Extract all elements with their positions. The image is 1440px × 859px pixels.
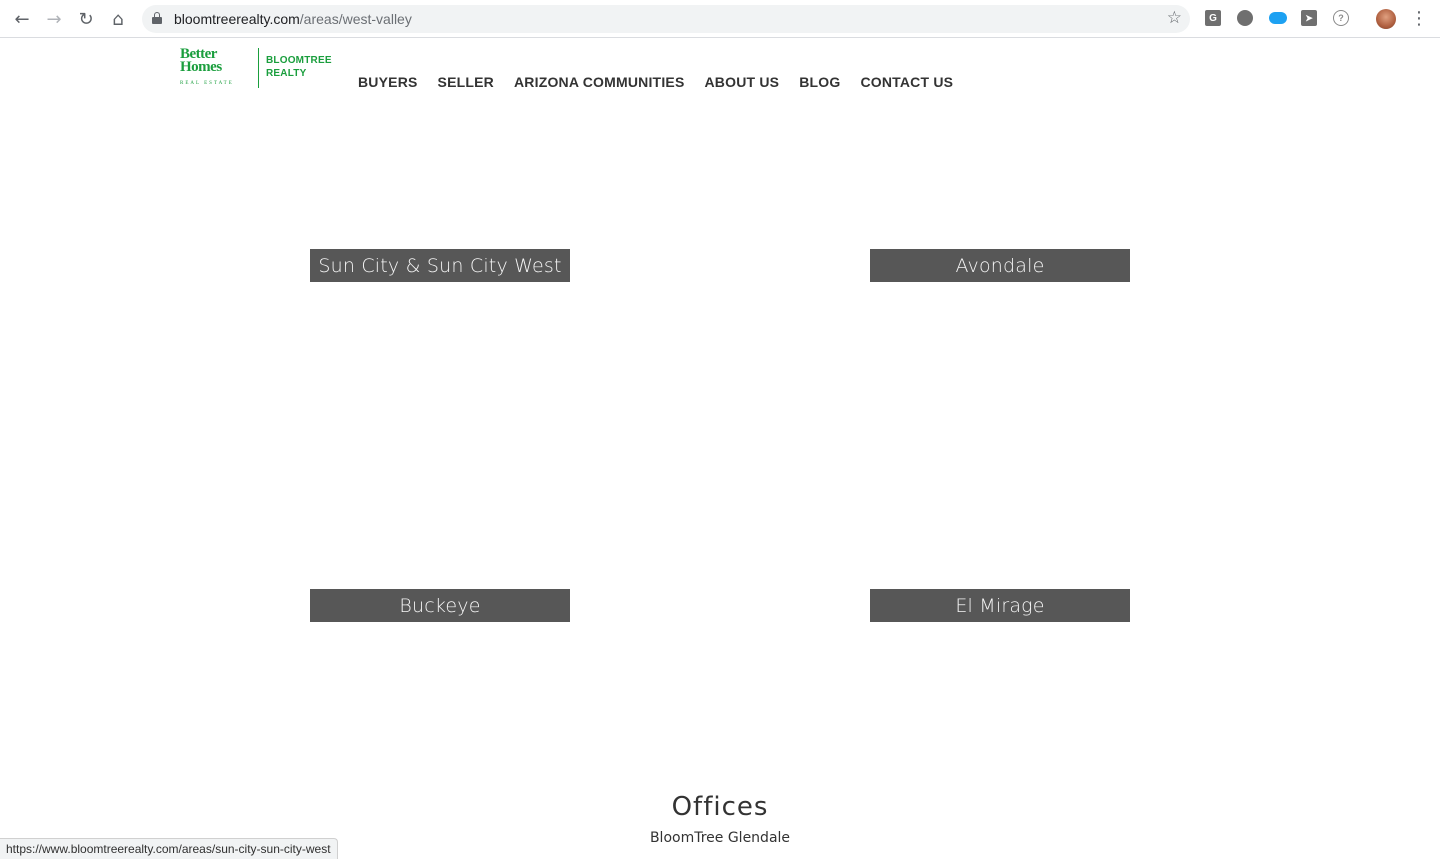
area-button-el-mirage[interactable]: El Mirage bbox=[870, 589, 1130, 622]
browser-menu-icon[interactable]: ⋮ bbox=[1410, 8, 1428, 30]
back-icon[interactable]: ← bbox=[10, 7, 34, 31]
profile-avatar[interactable] bbox=[1376, 9, 1396, 29]
nav-about-us[interactable]: ABOUT US bbox=[704, 74, 779, 90]
help-extension-icon[interactable]: ? bbox=[1333, 10, 1349, 26]
circle-extension-icon[interactable] bbox=[1237, 10, 1253, 26]
link-status-bar: https://www.bloomtreerealty.com/areas/su… bbox=[0, 838, 338, 859]
url-text[interactable]: bloomtreerealty.com/areas/west-valley bbox=[174, 11, 412, 27]
browser-toolbar: ← → ↻ ⌂ bloomtreerealty.com/areas/west-v… bbox=[0, 0, 1440, 38]
address-bar[interactable]: bloomtreerealty.com/areas/west-valley ☆ bbox=[142, 5, 1190, 33]
url-path: /areas/west-valley bbox=[299, 11, 412, 27]
logo-brand-line2: REALTY bbox=[266, 68, 307, 79]
cloud-extension-icon[interactable] bbox=[1269, 12, 1287, 24]
nav-blog[interactable]: BLOG bbox=[799, 74, 840, 90]
nav-contact-us[interactable]: CONTACT US bbox=[860, 74, 953, 90]
logo-brand-line1: BLOOMTREE bbox=[266, 55, 332, 66]
url-domain: bloomtreerealty.com bbox=[174, 11, 300, 27]
area-button-sun-city[interactable]: Sun City & Sun City West bbox=[310, 249, 570, 282]
logo-bhg-line3: REAL ESTATE bbox=[180, 81, 234, 86]
logo-divider bbox=[258, 48, 259, 88]
site-logo[interactable]: Better Homes REAL ESTATE BLOOMTREE REALT… bbox=[180, 47, 332, 90]
grammarly-extension-icon[interactable]: G bbox=[1205, 10, 1221, 26]
area-button-buckeye[interactable]: Buckeye bbox=[310, 589, 570, 622]
nav-arizona-communities[interactable]: ARIZONA COMMUNITIES bbox=[514, 74, 685, 90]
home-icon[interactable]: ⌂ bbox=[106, 7, 130, 31]
offices-heading: Offices bbox=[671, 792, 769, 822]
logo-bhg-line2: Homes bbox=[180, 59, 222, 75]
logo-brand: BLOOMTREE REALTY bbox=[266, 54, 332, 80]
paper-plane-extension-icon[interactable]: ➤ bbox=[1301, 10, 1317, 26]
nav-seller[interactable]: SELLER bbox=[438, 74, 494, 90]
area-button-avondale[interactable]: Avondale bbox=[870, 249, 1130, 282]
bhg-logo: Better Homes REAL ESTATE bbox=[180, 47, 234, 90]
nav-buyers[interactable]: BUYERS bbox=[358, 74, 418, 90]
lock-icon bbox=[152, 12, 162, 24]
reload-icon[interactable]: ↻ bbox=[74, 7, 98, 31]
bookmark-star-icon[interactable]: ☆ bbox=[1167, 8, 1182, 28]
forward-icon[interactable]: → bbox=[42, 7, 66, 31]
main-nav: BUYERS SELLER ARIZONA COMMUNITIES ABOUT … bbox=[358, 74, 973, 90]
